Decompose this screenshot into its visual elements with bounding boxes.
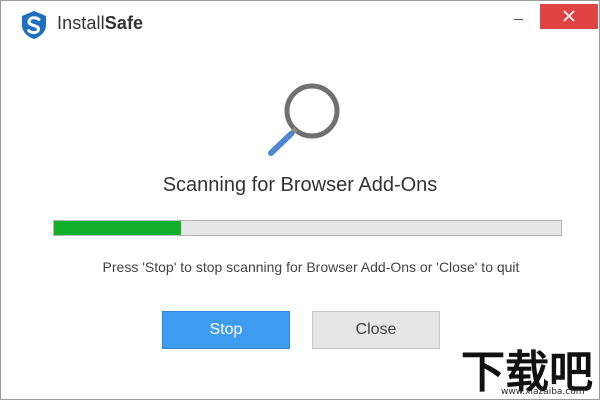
scan-progress-bar <box>53 220 562 236</box>
window-close-button[interactable] <box>540 4 598 29</box>
close-button[interactable]: Close <box>312 311 440 349</box>
installsafe-window: InstallSafe Scanning for Browser Add-Ons… <box>0 0 600 400</box>
scan-progress-fill <box>54 221 181 235</box>
app-title: InstallSafe <box>57 13 143 34</box>
magnifier-icon <box>268 83 340 156</box>
title-bar: InstallSafe <box>1 1 599 43</box>
scan-title: Scanning for Browser Add-Ons <box>162 174 438 196</box>
app-title-regular: Install <box>57 13 105 33</box>
app-title-bold: Safe <box>104 13 144 33</box>
instruction-text: Press 'Stop' to stop scanning for Browse… <box>102 259 520 275</box>
minimize-button[interactable] <box>501 4 535 28</box>
installsafe-logo-icon <box>22 11 46 39</box>
watermark-url: www.xiazaiba.com <box>501 387 585 397</box>
stop-button[interactable]: Stop <box>162 311 290 349</box>
close-x-icon <box>563 10 575 22</box>
